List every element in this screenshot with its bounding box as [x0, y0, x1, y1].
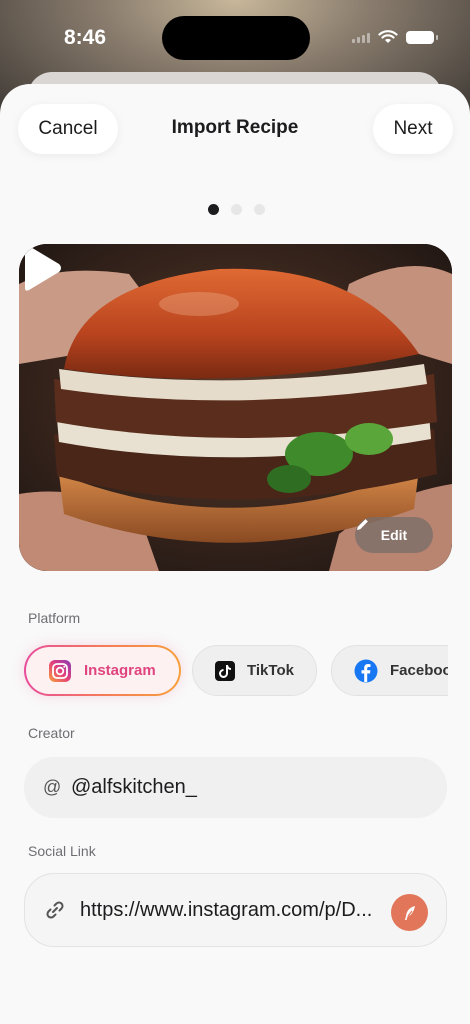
- play-icon[interactable]: [19, 244, 63, 292]
- page-dot-2[interactable]: [231, 204, 242, 215]
- page-dot-1[interactable]: [208, 204, 219, 215]
- platform-chip-label: Instagram: [84, 662, 156, 679]
- creator-field[interactable]: @ @alfskitchen_: [24, 757, 447, 818]
- link-icon: [46, 901, 64, 919]
- recipe-video-thumbnail[interactable]: Edit: [19, 244, 452, 571]
- platform-chip-facebook[interactable]: Facebook: [331, 645, 448, 696]
- creator-label: Creator: [28, 725, 75, 741]
- status-time: 8:46: [64, 26, 107, 49]
- creator-value[interactable]: @alfskitchen_: [71, 776, 197, 799]
- fetch-link-button[interactable]: [391, 894, 428, 931]
- instagram-icon: [49, 659, 71, 682]
- platform-chip-instagram[interactable]: Instagram: [24, 645, 181, 696]
- battery-icon: [406, 30, 438, 44]
- edit-button-label: Edit: [380, 527, 408, 543]
- next-button[interactable]: Next: [373, 104, 453, 154]
- status-icons: [352, 30, 438, 44]
- facebook-icon: [354, 659, 378, 682]
- feather-icon: [404, 905, 415, 920]
- platform-label: Platform: [28, 610, 81, 626]
- social-link-field[interactable]: https://www.instagram.com/p/D...: [24, 873, 447, 947]
- edit-button[interactable]: Edit: [355, 517, 433, 553]
- wifi-icon: [378, 30, 398, 43]
- page-indicator[interactable]: [208, 204, 265, 215]
- page-dot-3[interactable]: [254, 204, 265, 215]
- tiktok-icon: [215, 660, 235, 681]
- status-bar: 8:46: [0, 0, 470, 76]
- platform-chip-label: TikTok: [247, 662, 294, 679]
- at-icon: @: [43, 777, 62, 797]
- pencil-icon: [357, 519, 368, 530]
- social-link-label: Social Link: [28, 843, 96, 859]
- social-link-value[interactable]: https://www.instagram.com/p/D...: [80, 899, 380, 922]
- platform-chip-tiktok[interactable]: TikTok: [192, 645, 317, 696]
- dynamic-island: [162, 16, 310, 60]
- cellular-signal-icon: [352, 31, 370, 43]
- platform-chip-label: Facebook: [390, 662, 448, 679]
- platform-selector: Instagram TikTok Facebook: [0, 630, 448, 710]
